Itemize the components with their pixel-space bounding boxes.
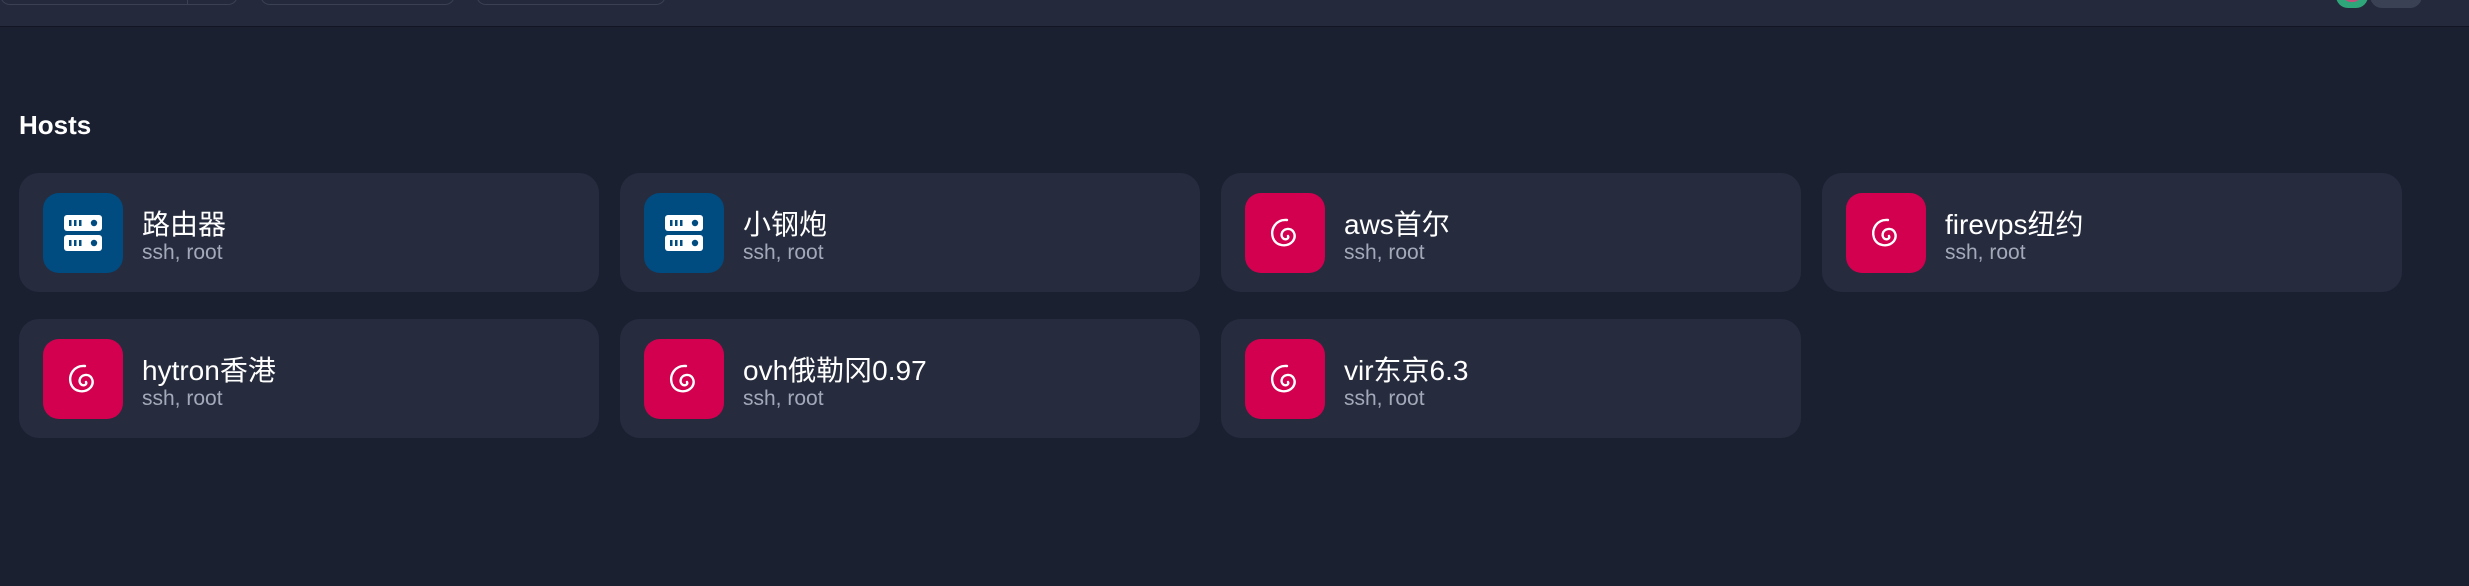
host-subtitle: ssh, root (142, 241, 223, 264)
server-icon (644, 193, 724, 273)
host-card[interactable]: vir东京6.3 ssh, root (1221, 319, 1801, 438)
debian-icon (43, 339, 123, 419)
host-name: aws首尔 (1344, 209, 1450, 240)
host-name: vir东京6.3 (1344, 355, 1469, 386)
host-name: 小钢炮 (743, 209, 828, 240)
host-subtitle: ssh, root (743, 241, 824, 264)
debian-icon (1846, 193, 1926, 273)
hosts-grid: 路由器 ssh, root 小钢炮 ssh, root aws首尔 ssh, r… (19, 173, 2402, 438)
host-subtitle: ssh, root (1344, 241, 1425, 264)
avatar-image (2343, 0, 2361, 2)
toolbar-tab-1[interactable] (0, 0, 238, 5)
host-subtitle: ssh, root (142, 387, 223, 410)
host-card[interactable]: firevps纽约 ssh, root (1822, 173, 2402, 292)
host-name: firevps纽约 (1945, 209, 2084, 240)
debian-icon (1245, 339, 1325, 419)
server-icon (43, 193, 123, 273)
section-title: Hosts (19, 110, 92, 140)
host-card[interactable]: 小钢炮 ssh, root (620, 173, 1200, 292)
debian-icon (1245, 193, 1325, 273)
toolbar-tab-3[interactable] (476, 0, 666, 5)
host-card[interactable]: ovh俄勒冈0.97 ssh, root (620, 319, 1200, 438)
top-toolbar (0, 0, 2469, 27)
host-subtitle: ssh, root (743, 387, 824, 410)
host-name: ovh俄勒冈0.97 (743, 355, 927, 386)
host-name: 路由器 (142, 209, 227, 240)
host-subtitle: ssh, root (1344, 387, 1425, 410)
host-card[interactable]: hytron香港 ssh, root (19, 319, 599, 438)
toolbar-tab-2[interactable] (260, 0, 455, 5)
host-card[interactable]: 路由器 ssh, root (19, 173, 599, 292)
menu-button[interactable] (2370, 0, 2422, 8)
toolbar-tab-divider (187, 0, 188, 4)
debian-icon (644, 339, 724, 419)
host-card[interactable]: aws首尔 ssh, root (1221, 173, 1801, 292)
host-name: hytron香港 (142, 355, 276, 386)
host-subtitle: ssh, root (1945, 241, 2026, 264)
avatar[interactable] (2336, 0, 2368, 8)
